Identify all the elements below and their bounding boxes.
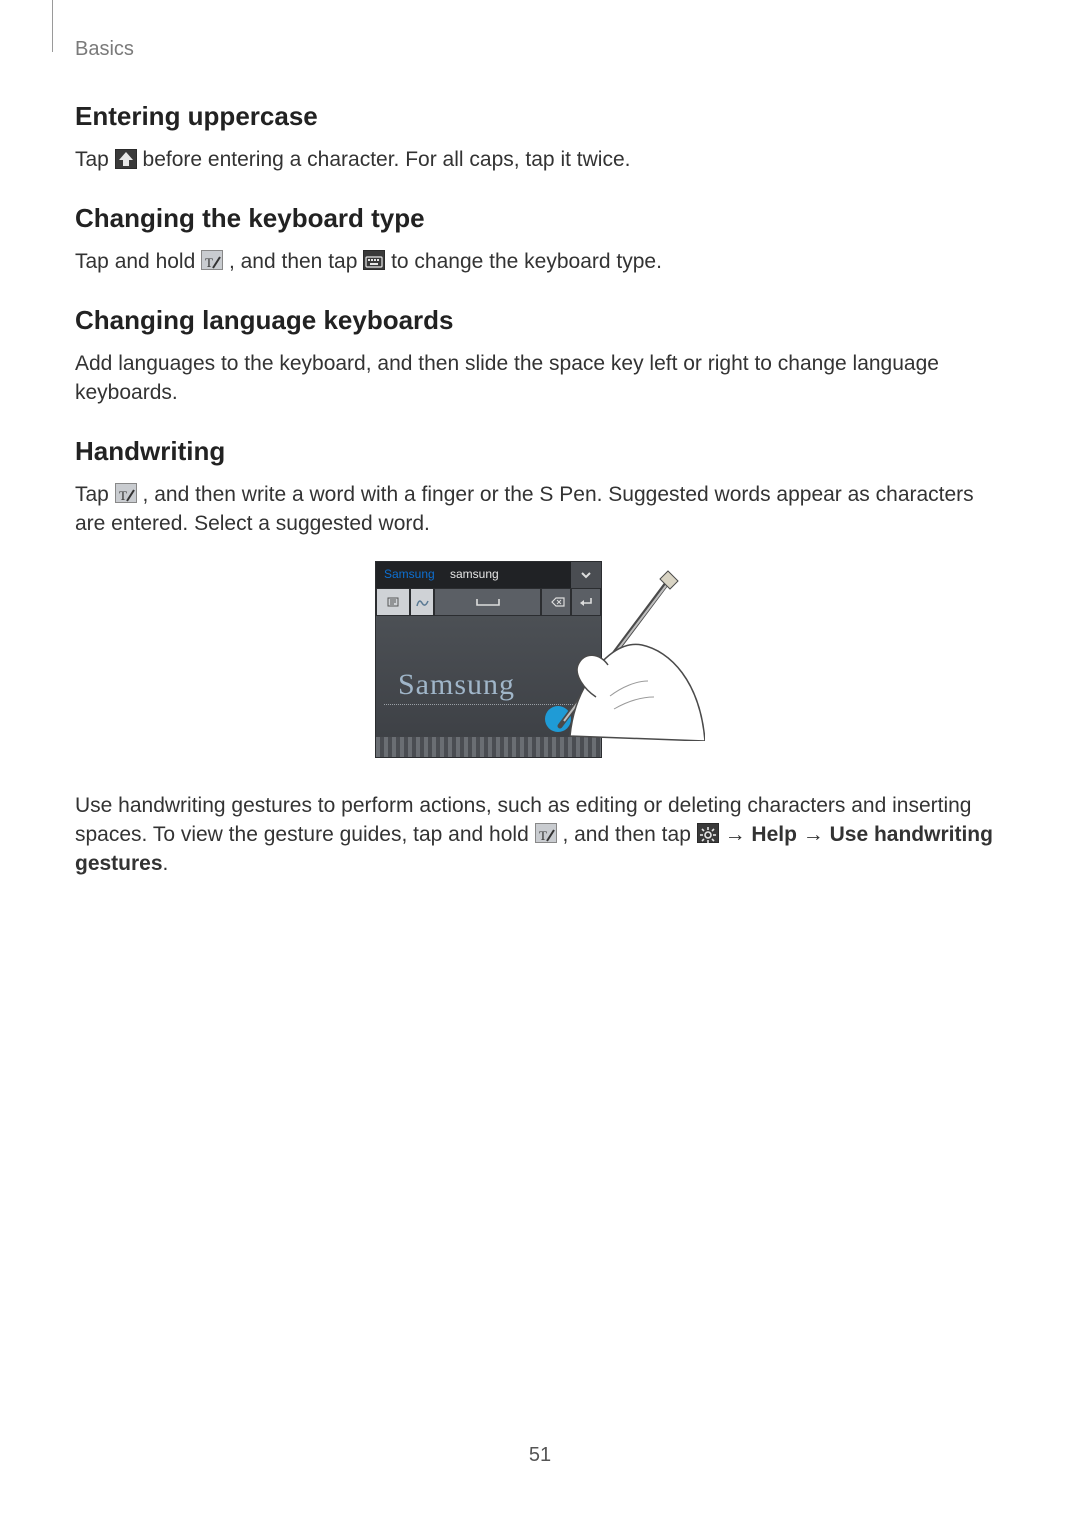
keyboard-icon xyxy=(363,250,385,270)
text: Tap and hold xyxy=(75,250,201,273)
text: → xyxy=(803,823,830,846)
toolbar-left-1 xyxy=(376,588,410,616)
heading-keyboard-type: Changing the keyboard type xyxy=(75,203,1005,234)
margin-rule xyxy=(52,0,53,52)
t-pen-icon: T xyxy=(115,483,137,503)
t-pen-icon: T xyxy=(535,823,557,843)
text: → xyxy=(725,823,752,846)
suggestion-primary: Samsung xyxy=(384,567,435,581)
nav-help: Help xyxy=(751,823,797,846)
text: , and then write a word with a finger or… xyxy=(75,483,974,535)
heading-entering-uppercase: Entering uppercase xyxy=(75,101,1005,132)
page: Basics Entering uppercase Tap before ent… xyxy=(0,0,1080,1527)
handwriting-illustration: Samsung samsung xyxy=(375,561,705,766)
text: . xyxy=(163,852,169,875)
text: Tap xyxy=(75,148,115,171)
heading-language-kbd: Changing language keyboards xyxy=(75,305,1005,336)
para-handwriting-2: Use handwriting gestures to perform acti… xyxy=(75,792,1005,879)
para-handwriting-1: Tap T , and then write a word with a fin… xyxy=(75,481,1005,539)
svg-text:T: T xyxy=(119,488,127,503)
text: Tap xyxy=(75,483,115,506)
heading-handwriting: Handwriting xyxy=(75,436,1005,467)
text: , and then tap xyxy=(562,823,696,846)
t-pen-icon: T xyxy=(201,250,223,270)
svg-text:T: T xyxy=(539,828,547,843)
svg-text:T: T xyxy=(205,255,213,270)
hand-with-pen-icon xyxy=(550,561,705,741)
space-key xyxy=(434,588,541,616)
handwritten-word: Samsung xyxy=(398,668,515,702)
para-uppercase: Tap before entering a character. For all… xyxy=(75,146,1005,175)
section-label: Basics xyxy=(75,38,1005,61)
toolbar-left-2 xyxy=(410,588,434,616)
suggestion-secondary: samsung xyxy=(450,567,499,581)
para-language: Add languages to the keyboard, and then … xyxy=(75,350,1005,408)
para-kbdtype: Tap and hold T , and then tap to change … xyxy=(75,248,1005,277)
shift-icon xyxy=(115,149,137,169)
page-number: 51 xyxy=(0,1444,1080,1467)
text: before entering a character. For all cap… xyxy=(143,148,631,171)
text: to change the keyboard type. xyxy=(391,250,662,273)
gear-icon xyxy=(697,823,719,843)
text: , and then tap xyxy=(229,250,363,273)
